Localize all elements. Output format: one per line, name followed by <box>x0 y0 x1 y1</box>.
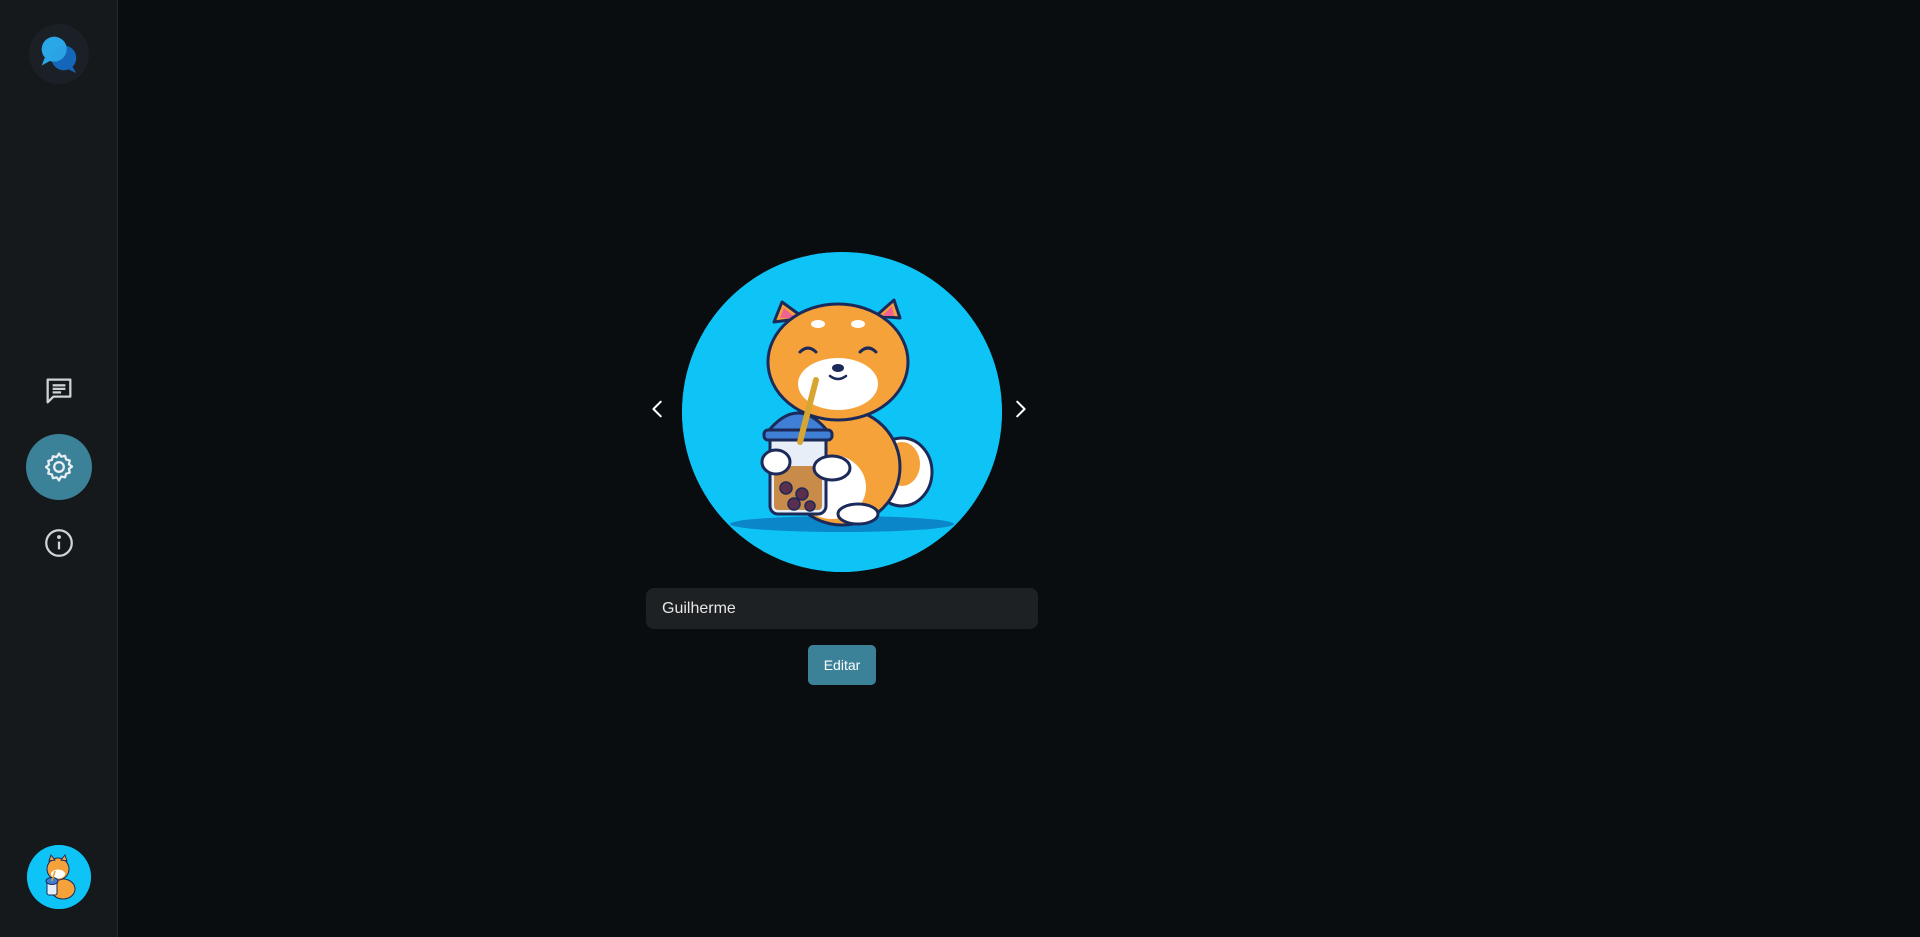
name-input[interactable] <box>646 588 1038 629</box>
gear-icon <box>44 452 74 482</box>
previous-avatar-button[interactable] <box>643 394 673 424</box>
chat-bubbles-logo-icon <box>41 36 77 74</box>
edit-button[interactable]: Editar <box>808 645 876 685</box>
next-avatar-button[interactable] <box>1005 394 1035 424</box>
chevron-left-icon <box>652 400 662 418</box>
profile-picture <box>682 252 1002 572</box>
chevron-right-icon <box>1016 400 1026 418</box>
sidebar <box>0 0 118 937</box>
sidebar-item-info[interactable] <box>26 510 92 576</box>
app-logo <box>29 24 89 84</box>
sidebar-item-settings[interactable] <box>26 434 92 500</box>
shiba-bubble-tea-avatar-icon <box>682 252 1002 572</box>
shiba-avatar-icon <box>27 845 91 909</box>
chat-icon <box>46 378 72 404</box>
sidebar-item-chats[interactable] <box>26 358 92 424</box>
app-root: Editar <box>0 0 1920 937</box>
info-icon <box>45 529 73 557</box>
user-avatar[interactable] <box>27 845 91 909</box>
main-content <box>118 0 1920 937</box>
